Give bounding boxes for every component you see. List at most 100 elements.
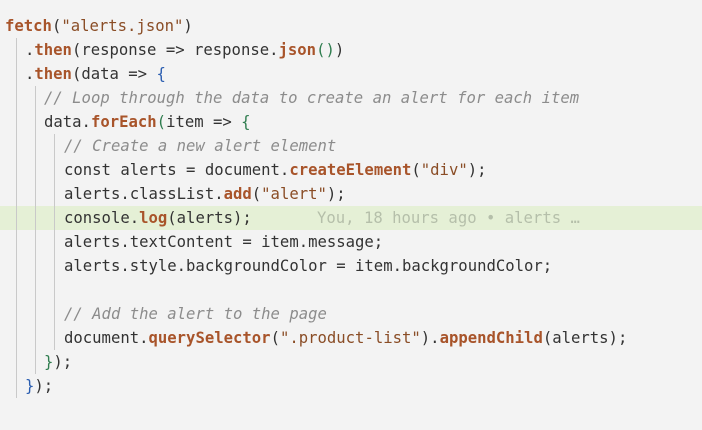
code-line[interactable]: // Add the alert to the page xyxy=(0,302,702,326)
code-token: "alert" xyxy=(261,185,327,203)
indent-guide xyxy=(35,182,36,206)
code-comment: // Create a new alert element xyxy=(64,134,336,158)
indent-guide xyxy=(35,278,36,302)
code-token: (alerts); xyxy=(167,209,252,227)
code-token: () xyxy=(316,41,335,59)
code-token: ( xyxy=(411,161,421,179)
code-text: data.forEach(item => { xyxy=(44,110,251,134)
code-line[interactable]: .then(data => { xyxy=(0,62,702,86)
code-token: ".product-list" xyxy=(279,329,421,347)
indent-guide xyxy=(54,278,55,302)
code-line[interactable]: alerts.classList.add("alert"); xyxy=(0,182,702,206)
code-token: then xyxy=(34,41,72,59)
code-line[interactable]: // Loop through the data to create an al… xyxy=(0,86,702,110)
code-token: "div" xyxy=(420,161,468,179)
code-line[interactable]: fetch("alerts.json") xyxy=(0,14,702,38)
indent-guide xyxy=(54,326,55,350)
code-token: . xyxy=(25,41,35,59)
code-token: ( xyxy=(156,113,167,131)
code-token: createElement xyxy=(289,161,412,179)
code-line[interactable] xyxy=(0,278,702,302)
code-token: appendChild xyxy=(439,329,543,347)
code-token: // Create a new alert element xyxy=(64,137,337,155)
code-token: { xyxy=(156,65,166,83)
indent-guide xyxy=(54,158,55,182)
code-token: { xyxy=(241,113,251,131)
code-text: document.querySelector(".product-list").… xyxy=(64,326,627,350)
code-line[interactable]: alerts.textContent = item.message; xyxy=(0,230,702,254)
indent-guide xyxy=(16,62,17,86)
code-text: alerts.textContent = item.message; xyxy=(64,230,383,254)
indent-guide xyxy=(54,134,55,158)
indent-guide xyxy=(16,38,17,62)
indent-guide xyxy=(35,350,36,374)
code-text: fetch("alerts.json") xyxy=(5,14,193,38)
code-token: ). xyxy=(420,329,440,347)
code-line[interactable]: }); xyxy=(0,350,702,374)
code-token: log xyxy=(139,209,168,227)
indent-guide xyxy=(16,326,17,350)
code-text: console.log(alerts); xyxy=(64,206,252,230)
current-line[interactable]: console.log(alerts); You, 18 hours ago •… xyxy=(0,206,702,230)
indent-guide xyxy=(16,302,17,326)
code-text: }); xyxy=(25,374,53,398)
code-line[interactable]: data.forEach(item => { xyxy=(0,110,702,134)
code-line[interactable]: // Create a new alert element xyxy=(0,134,702,158)
code-token: } xyxy=(25,377,35,395)
code-token: ); xyxy=(34,377,54,395)
code-token: // Add the alert to the page xyxy=(64,305,327,323)
code-line[interactable]: .then(response => response.json()) xyxy=(0,38,702,62)
code-text: }); xyxy=(44,350,72,374)
indent-guide xyxy=(35,86,36,110)
code-token: ( xyxy=(251,185,262,203)
code-token: } xyxy=(44,353,54,371)
indent-guide xyxy=(35,326,36,350)
code-line[interactable]: document.querySelector(".product-list").… xyxy=(0,326,702,350)
indent-guide xyxy=(54,230,55,254)
code-token: const alerts = document. xyxy=(64,161,290,179)
code-line[interactable]: const alerts = document.createElement("d… xyxy=(0,158,702,182)
code-token: then xyxy=(34,65,72,83)
code-token: fetch xyxy=(5,17,52,35)
indent-guide xyxy=(54,206,55,230)
code-token: alerts.style.backgroundColor = item.back… xyxy=(64,257,553,275)
code-token: querySelector xyxy=(148,329,271,347)
indent-guide xyxy=(16,86,17,110)
indent-guide xyxy=(16,182,17,206)
indent-guide xyxy=(35,158,36,182)
code-token: ); xyxy=(326,185,346,203)
git-blame-annotation[interactable]: You, 18 hours ago • alerts … xyxy=(317,206,580,230)
code-text: .then(response => response.json()) xyxy=(25,38,344,62)
code-token: ( xyxy=(51,17,62,35)
code-token: console. xyxy=(64,209,140,227)
code-token: forEach xyxy=(90,113,157,131)
code-token: "alerts.json" xyxy=(61,17,184,35)
indent-guide xyxy=(54,182,55,206)
indent-guide xyxy=(35,302,36,326)
code-token: response => response. xyxy=(81,41,279,59)
indent-guide xyxy=(16,110,17,134)
code-token: ( xyxy=(71,41,82,59)
code-line[interactable]: }); xyxy=(0,374,702,398)
code-token: data => xyxy=(81,65,157,83)
code-token: json xyxy=(278,41,317,59)
indent-guide xyxy=(35,134,36,158)
indent-guide xyxy=(35,206,36,230)
code-comment: // Add the alert to the page xyxy=(64,302,327,326)
code-token: data. xyxy=(44,113,91,131)
code-token: . xyxy=(25,65,35,83)
code-token: document. xyxy=(64,329,149,347)
code-token: item => xyxy=(166,113,242,131)
indent-guide xyxy=(16,278,17,302)
code-text: const alerts = document.createElement("d… xyxy=(64,158,487,182)
code-editor[interactable]: fetch("alerts.json") .then(response => r… xyxy=(0,0,702,430)
code-token: add xyxy=(223,185,252,203)
code-token: (alerts); xyxy=(542,329,628,347)
code-line[interactable]: alerts.style.backgroundColor = item.back… xyxy=(0,254,702,278)
indent-guide xyxy=(16,134,17,158)
indent-guide xyxy=(16,254,17,278)
code-token: ( xyxy=(270,329,280,347)
indent-guide xyxy=(16,374,17,398)
code-text: .then(data => { xyxy=(25,62,166,86)
code-token: ) xyxy=(334,41,345,59)
